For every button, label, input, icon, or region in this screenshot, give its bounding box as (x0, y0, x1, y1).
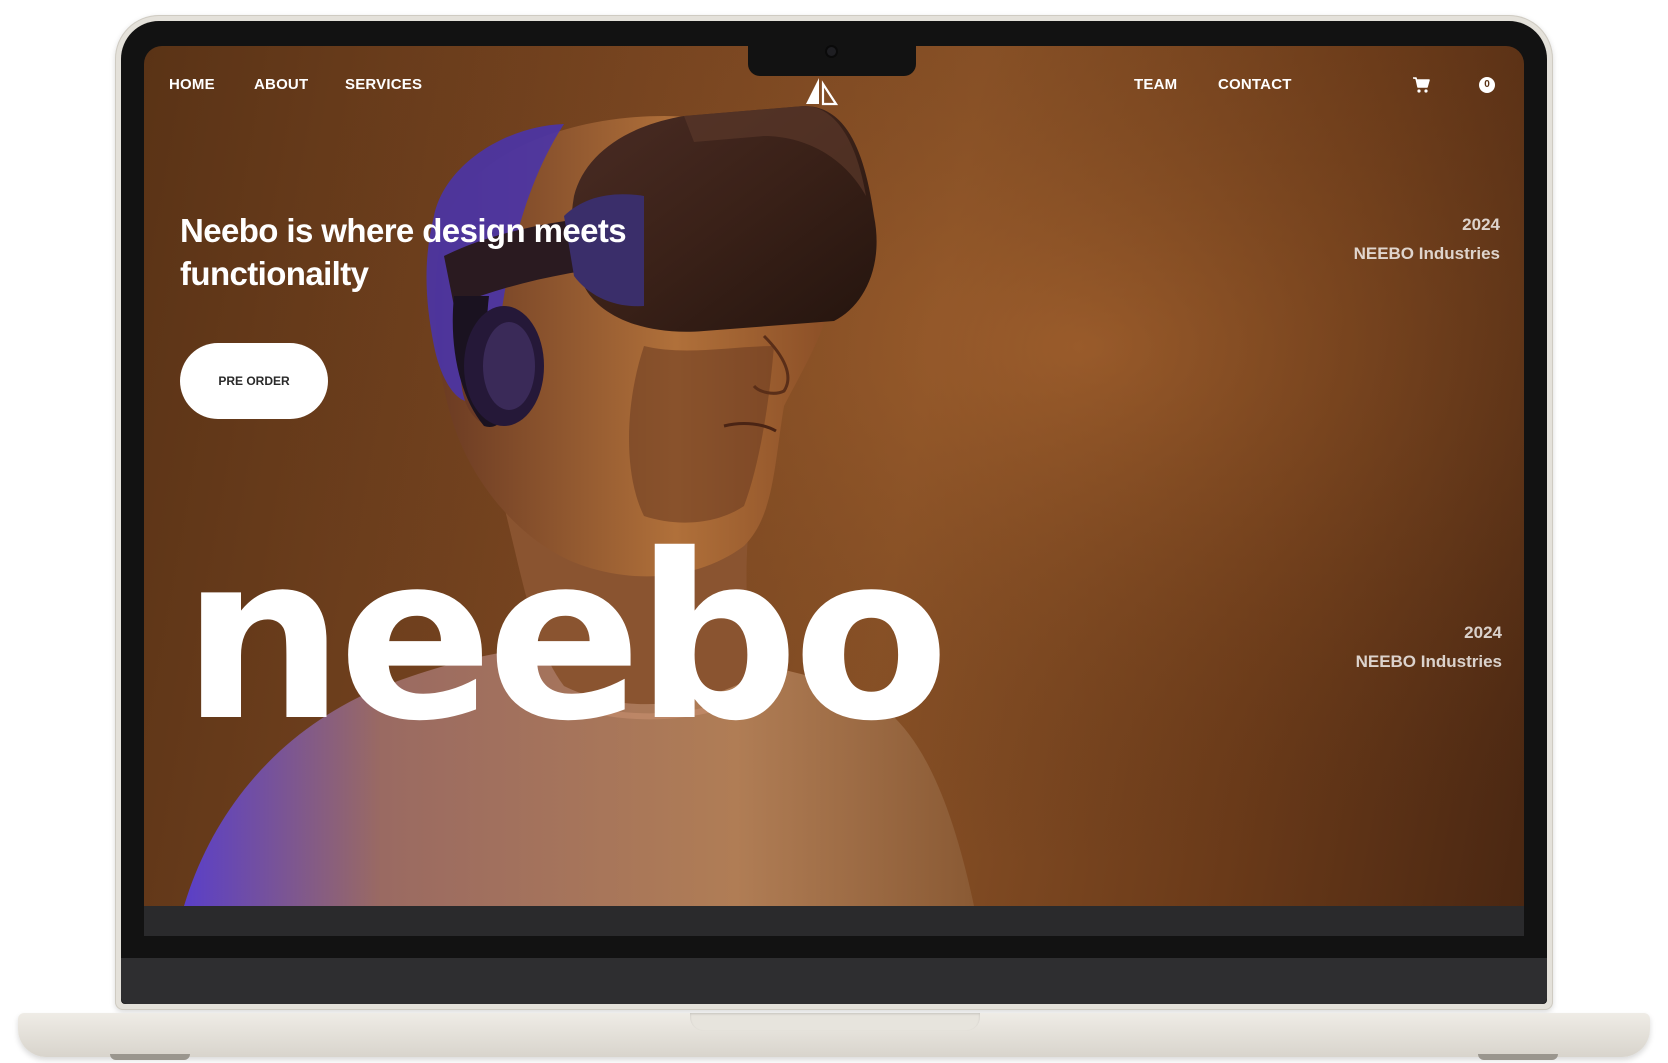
meta-bottom-year: 2024 (1464, 623, 1502, 642)
nav-services-link[interactable]: SERVICES (345, 76, 422, 93)
nav-home-link[interactable]: HOME (169, 76, 215, 93)
laptop-base-opening (690, 1013, 980, 1031)
pre-order-button[interactable]: PRE ORDER (180, 343, 328, 419)
brand-wordmark: neebo (182, 505, 949, 771)
camera-icon (827, 47, 836, 56)
nav-contact-link[interactable]: CONTACT (1218, 76, 1292, 93)
meta-bottom: 2024 NEEBO Industries (1356, 618, 1502, 676)
screen-bottom-strip (144, 906, 1524, 936)
nav-team-link[interactable]: TEAM (1134, 76, 1177, 93)
nav-about-link[interactable]: ABOUT (254, 76, 308, 93)
meta-bottom-company: NEEBO Industries (1355, 652, 1502, 671)
website-screen: HOME ABOUT SERVICES TEAM CONTACT 0 Neebo… (144, 46, 1524, 906)
meta-top: 2024 NEEBO Industries (1354, 210, 1500, 268)
cart-count-badge[interactable]: 0 (1479, 77, 1495, 93)
cart-icon[interactable] (1412, 76, 1430, 94)
laptop-bezel-chin (121, 958, 1547, 1004)
laptop-foot-left (110, 1054, 190, 1060)
meta-top-year: 2024 (1462, 215, 1500, 234)
hero-photo-vr-person (144, 46, 1524, 906)
brand-logo-icon[interactable] (804, 76, 838, 106)
hero-headline: Neebo is where design meets functionailt… (180, 212, 627, 292)
laptop-foot-right (1478, 1054, 1558, 1060)
meta-top-company: NEEBO Industries (1353, 244, 1500, 263)
